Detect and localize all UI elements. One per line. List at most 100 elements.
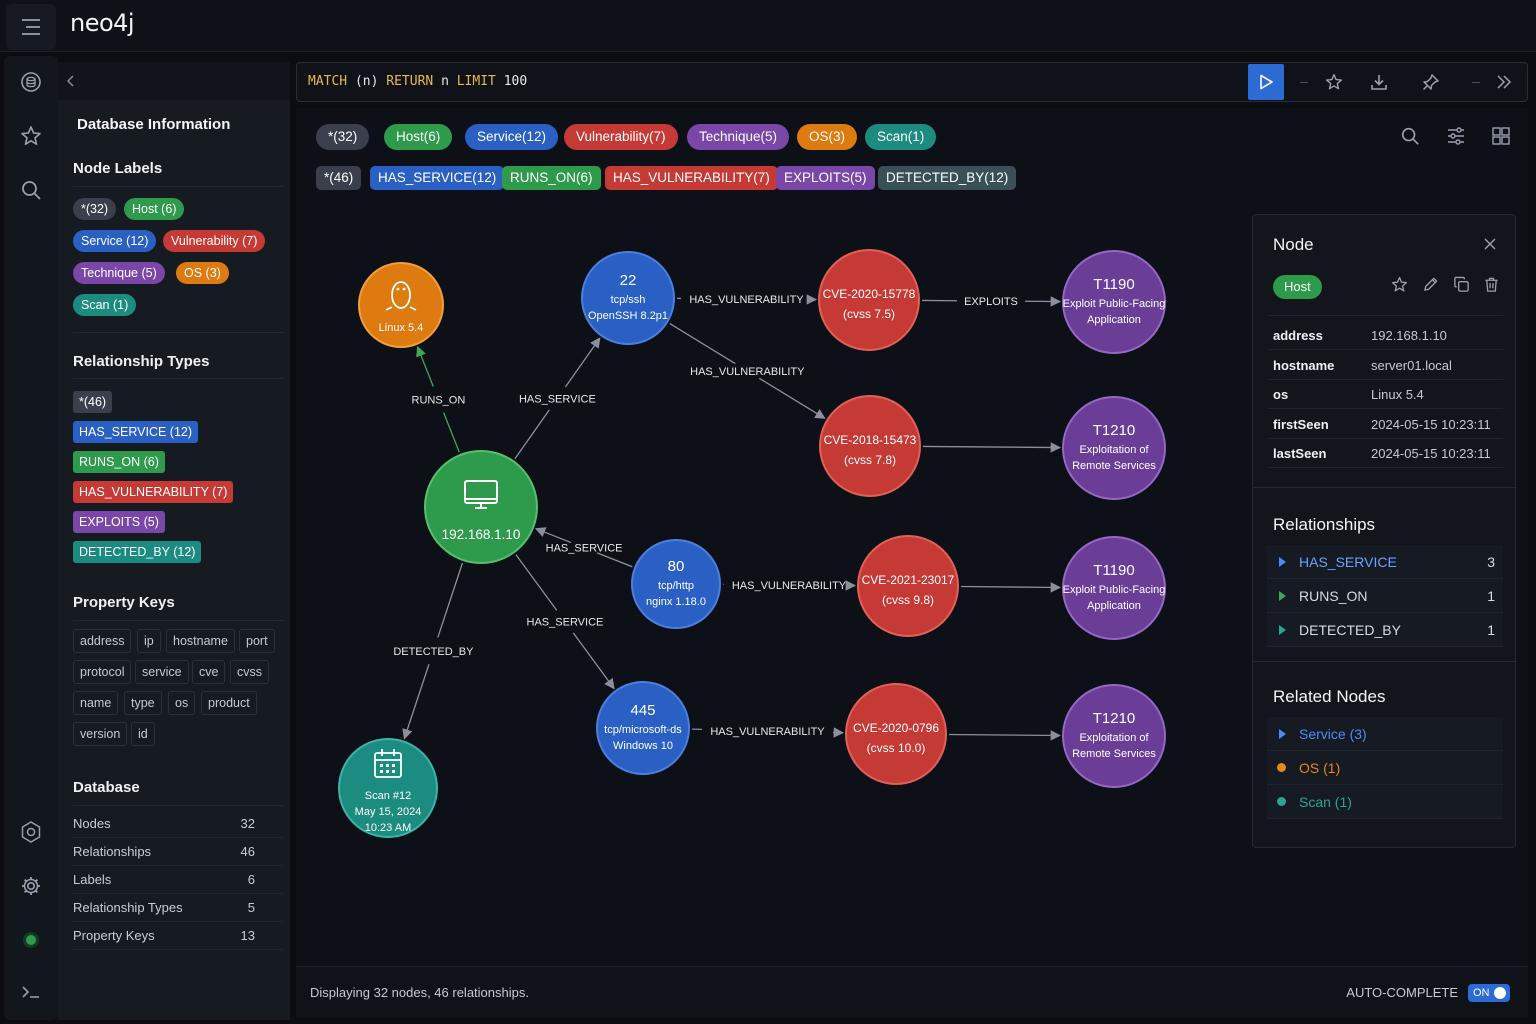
relationship-edge[interactable] — [669, 323, 736, 365]
favorite-query-button[interactable] — [1322, 70, 1346, 94]
property-key-chip[interactable]: name — [73, 691, 119, 715]
property-key: firstSeen — [1273, 416, 1329, 432]
relationship-name: DETECTED_BY — [1299, 622, 1401, 638]
relationship-type-chip[interactable]: DETECTED_BY (12) — [73, 541, 202, 563]
property-value[interactable]: Linux 5.4 — [1371, 380, 1424, 409]
related-node-row[interactable]: Service (3) — [1267, 717, 1503, 751]
property-key-chip[interactable]: service — [135, 660, 189, 684]
autocomplete-toggle[interactable]: ON — [1468, 984, 1510, 1002]
relationship-edge[interactable] — [572, 632, 615, 690]
relationship-edge[interactable] — [758, 377, 826, 419]
favorites-nav-button[interactable] — [11, 116, 51, 156]
property-value[interactable]: server01.local — [1371, 351, 1452, 380]
property-key-chip[interactable]: os — [168, 691, 196, 715]
property-key-chip[interactable]: id — [131, 722, 155, 746]
download-icon — [1371, 75, 1387, 90]
property-key-chip[interactable]: ip — [137, 629, 161, 653]
relationship-edge[interactable] — [596, 552, 633, 568]
relationship-edge[interactable] — [402, 663, 430, 740]
graph-node-s22[interactable]: 22 tcp/ssh OpenSSH 8.2p1 — [581, 251, 675, 345]
delete-node-button[interactable] — [1483, 276, 1503, 296]
node-label-chip[interactable]: OS (3) — [176, 262, 229, 284]
close-panel-button[interactable] — [1483, 237, 1499, 253]
settings-nav-button[interactable] — [11, 866, 51, 906]
relationship-edge[interactable] — [960, 582, 1062, 593]
favorite-node-button[interactable] — [1391, 276, 1411, 296]
node-label-chip[interactable]: Vulnerability (7) — [163, 230, 266, 252]
run-query-button[interactable] — [1248, 64, 1284, 100]
relationship-label: RUNS_ON — [412, 394, 466, 406]
property-value[interactable]: 2024-05-15 10:23:11 — [1371, 439, 1491, 468]
graph-node-c4[interactable]: CVE-2020-0796 (cvss 10.0) — [845, 683, 947, 785]
relationship-row[interactable]: RUNS_ON 1 — [1267, 579, 1503, 613]
download-button[interactable] — [1367, 70, 1391, 94]
node-caption: 10:23 AM — [365, 822, 411, 834]
expand-button[interactable] — [1492, 70, 1516, 94]
property-key-chip[interactable]: cve — [192, 660, 226, 684]
node-circle[interactable] — [358, 262, 444, 348]
relationship-edge[interactable] — [416, 345, 434, 387]
property-key-chip[interactable]: hostname — [166, 629, 235, 653]
relationship-edge[interactable] — [564, 337, 601, 388]
expand-triangle-icon — [1279, 557, 1286, 567]
related-node-row[interactable]: Scan (1) — [1267, 785, 1503, 819]
terminal-nav-button[interactable] — [11, 972, 51, 1012]
copy-node-button[interactable] — [1453, 276, 1473, 296]
graph-node-linux[interactable]: Linux 5.4 — [358, 262, 444, 348]
graph-node-t1[interactable]: T1190 Exploit Public-Facing Application — [1062, 250, 1166, 354]
property-key-chip[interactable]: address — [73, 629, 132, 653]
property-key-chip[interactable]: protocol — [73, 660, 132, 684]
chevron-left-icon[interactable] — [66, 75, 76, 87]
property-key-chip[interactable]: cvss — [230, 660, 269, 684]
node-caption: Application — [1087, 314, 1141, 326]
help-nav-button[interactable] — [11, 812, 51, 852]
edit-node-button[interactable] — [1422, 276, 1442, 296]
graph-node-t4[interactable]: T1210 Exploitation of Remote Services — [1062, 684, 1166, 788]
graph-node-c3[interactable]: CVE-2021-23017 (cvss 9.8) — [857, 535, 959, 637]
menu-button[interactable] — [6, 4, 56, 50]
relationship-type-chip[interactable]: EXPLOITS (5) — [73, 511, 165, 533]
property-key-chip[interactable]: version — [73, 722, 128, 746]
relationship-type-chip[interactable]: HAS_SERVICE (12) — [73, 421, 199, 443]
pin-button[interactable] — [1419, 70, 1443, 94]
property-key-chip[interactable]: type — [124, 691, 162, 715]
property-key-chip[interactable]: product — [201, 691, 257, 715]
property-key-chip[interactable]: port — [239, 629, 275, 653]
relationship-label: HAS_SERVICE — [519, 393, 596, 405]
graph-node-host[interactable]: 192.168.1.10 — [424, 450, 538, 564]
relationship-type-chip[interactable]: RUNS_ON (6) — [73, 451, 165, 473]
relationship-row[interactable]: HAS_SERVICE 3 — [1267, 545, 1503, 579]
node-label-chip[interactable]: *(32) — [73, 198, 117, 220]
database-nav-button[interactable] — [11, 62, 51, 102]
node-label-chip[interactable]: Service (12) — [73, 230, 157, 252]
graph-node-t3[interactable]: T1190 Exploit Public-Facing Application — [1062, 536, 1166, 640]
graph-node-c1[interactable]: CVE-2020-15778 (cvss 7.5) — [818, 249, 920, 351]
relationship-edge[interactable] — [948, 730, 1062, 741]
node-label-chip[interactable]: Host (6) — [124, 198, 185, 220]
related-node-row[interactable]: OS (1) — [1267, 751, 1503, 785]
property-value[interactable]: 2024-05-15 10:23:11 — [1371, 410, 1491, 439]
relationship-type-chip[interactable]: *(46) — [73, 391, 113, 413]
node-details-panel: Node Host address 192.168.1.10 hostname ser… — [1252, 214, 1517, 848]
node-caption: Linux 5.4 — [379, 322, 424, 334]
node-label-badge[interactable]: Host — [1273, 275, 1322, 299]
relationship-edge[interactable] — [442, 412, 460, 453]
relationship-edge[interactable] — [514, 409, 550, 460]
relationship-row[interactable]: DETECTED_BY 1 — [1267, 613, 1503, 647]
calendar-day — [380, 764, 383, 767]
node-label-chip[interactable]: Scan (1) — [73, 294, 137, 316]
graph-node-scan[interactable]: Scan #12 May 15, 2024 10:23 AM — [338, 738, 438, 838]
search-nav-button[interactable] — [11, 170, 51, 210]
relationship-edge[interactable] — [534, 527, 572, 544]
graph-node-t2[interactable]: T1210 Exploitation of Remote Services — [1062, 396, 1166, 500]
node-label-chip[interactable]: Technique (5) — [73, 262, 165, 284]
property-value[interactable]: 192.168.1.10 — [1371, 321, 1447, 350]
relationship-edge[interactable] — [437, 562, 464, 638]
relationship-edge[interactable] — [515, 554, 558, 611]
query-text[interactable]: MATCH (n) RETURN n LIMIT 100 — [308, 74, 527, 89]
graph-node-s445[interactable]: 445 tcp/microsoft-ds Windows 10 — [596, 681, 690, 775]
graph-node-c2[interactable]: CVE-2018-15473 (cvss 7.8) — [819, 395, 921, 497]
graph-node-s80[interactable]: 80 tcp/http nginx 1.18.0 — [631, 539, 721, 629]
relationship-type-chip[interactable]: HAS_VULNERABILITY (7) — [73, 481, 234, 503]
relationship-edge[interactable] — [922, 442, 1062, 453]
